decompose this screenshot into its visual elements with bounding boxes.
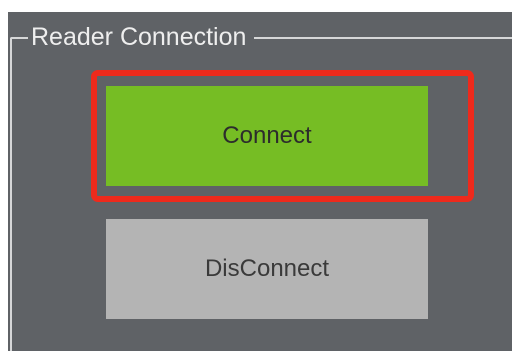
connect-button[interactable]: Connect	[106, 86, 428, 186]
screenshot-stage: Reader Connection Connect DisConnect	[0, 0, 512, 351]
groupbox-title: Reader Connection	[28, 20, 255, 54]
disconnect-button[interactable]: DisConnect	[106, 219, 428, 319]
